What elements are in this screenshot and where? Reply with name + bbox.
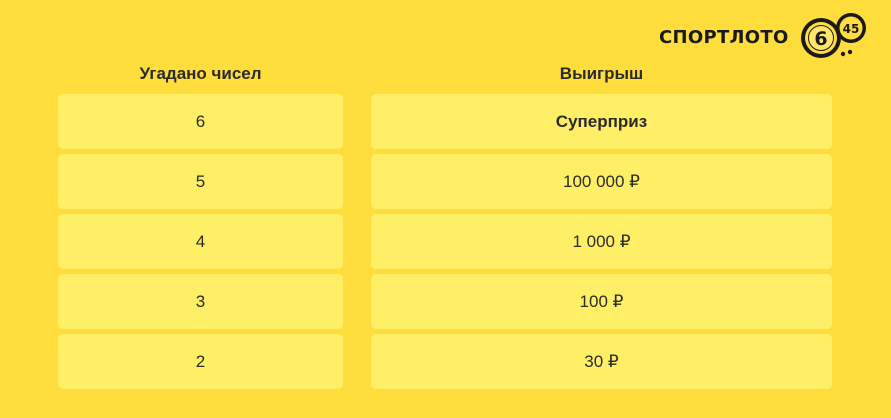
table-row: 4 1 000 ₽	[58, 214, 832, 269]
prize-table-rows: 6 Суперприз 5 100 000 ₽ 4 1 000 ₽ 3 100 …	[58, 94, 832, 394]
guessed-cell: 5	[58, 154, 343, 209]
header-prize: Выигрыш	[559, 64, 644, 83]
logo-wordmark: СПОРТЛОТО	[659, 27, 789, 48]
table-row: 5 100 000 ₽	[58, 154, 832, 209]
table-row: 2 30 ₽	[58, 334, 832, 389]
table-row: 3 100 ₽	[58, 274, 832, 329]
prize-cell: 30 ₽	[371, 334, 832, 389]
sportloto-logo: СПОРТЛОТО 6 45	[659, 10, 869, 64]
guessed-cell: 3	[58, 274, 343, 329]
guessed-cell: 6	[58, 94, 343, 149]
prize-cell: 100 000 ₽	[371, 154, 832, 209]
table-row: 6 Суперприз	[58, 94, 832, 149]
logo-ball-small-number: 45	[843, 22, 860, 36]
prize-table: Угадано чисел Выигрыш 6 Суперприз 5 100 …	[58, 60, 832, 389]
prize-cell: 100 ₽	[371, 274, 832, 329]
prize-cell: Суперприз	[371, 94, 832, 149]
guessed-cell: 2	[58, 334, 343, 389]
header-guessed-numbers: Угадано чисел	[139, 64, 262, 83]
prize-table-header: Угадано чисел Выигрыш	[58, 60, 832, 90]
guessed-cell: 4	[58, 214, 343, 269]
prize-cell: 1 000 ₽	[371, 214, 832, 269]
lottery-balls-icon: 6 45	[801, 13, 866, 58]
logo-ball-big-number: 6	[814, 28, 827, 50]
